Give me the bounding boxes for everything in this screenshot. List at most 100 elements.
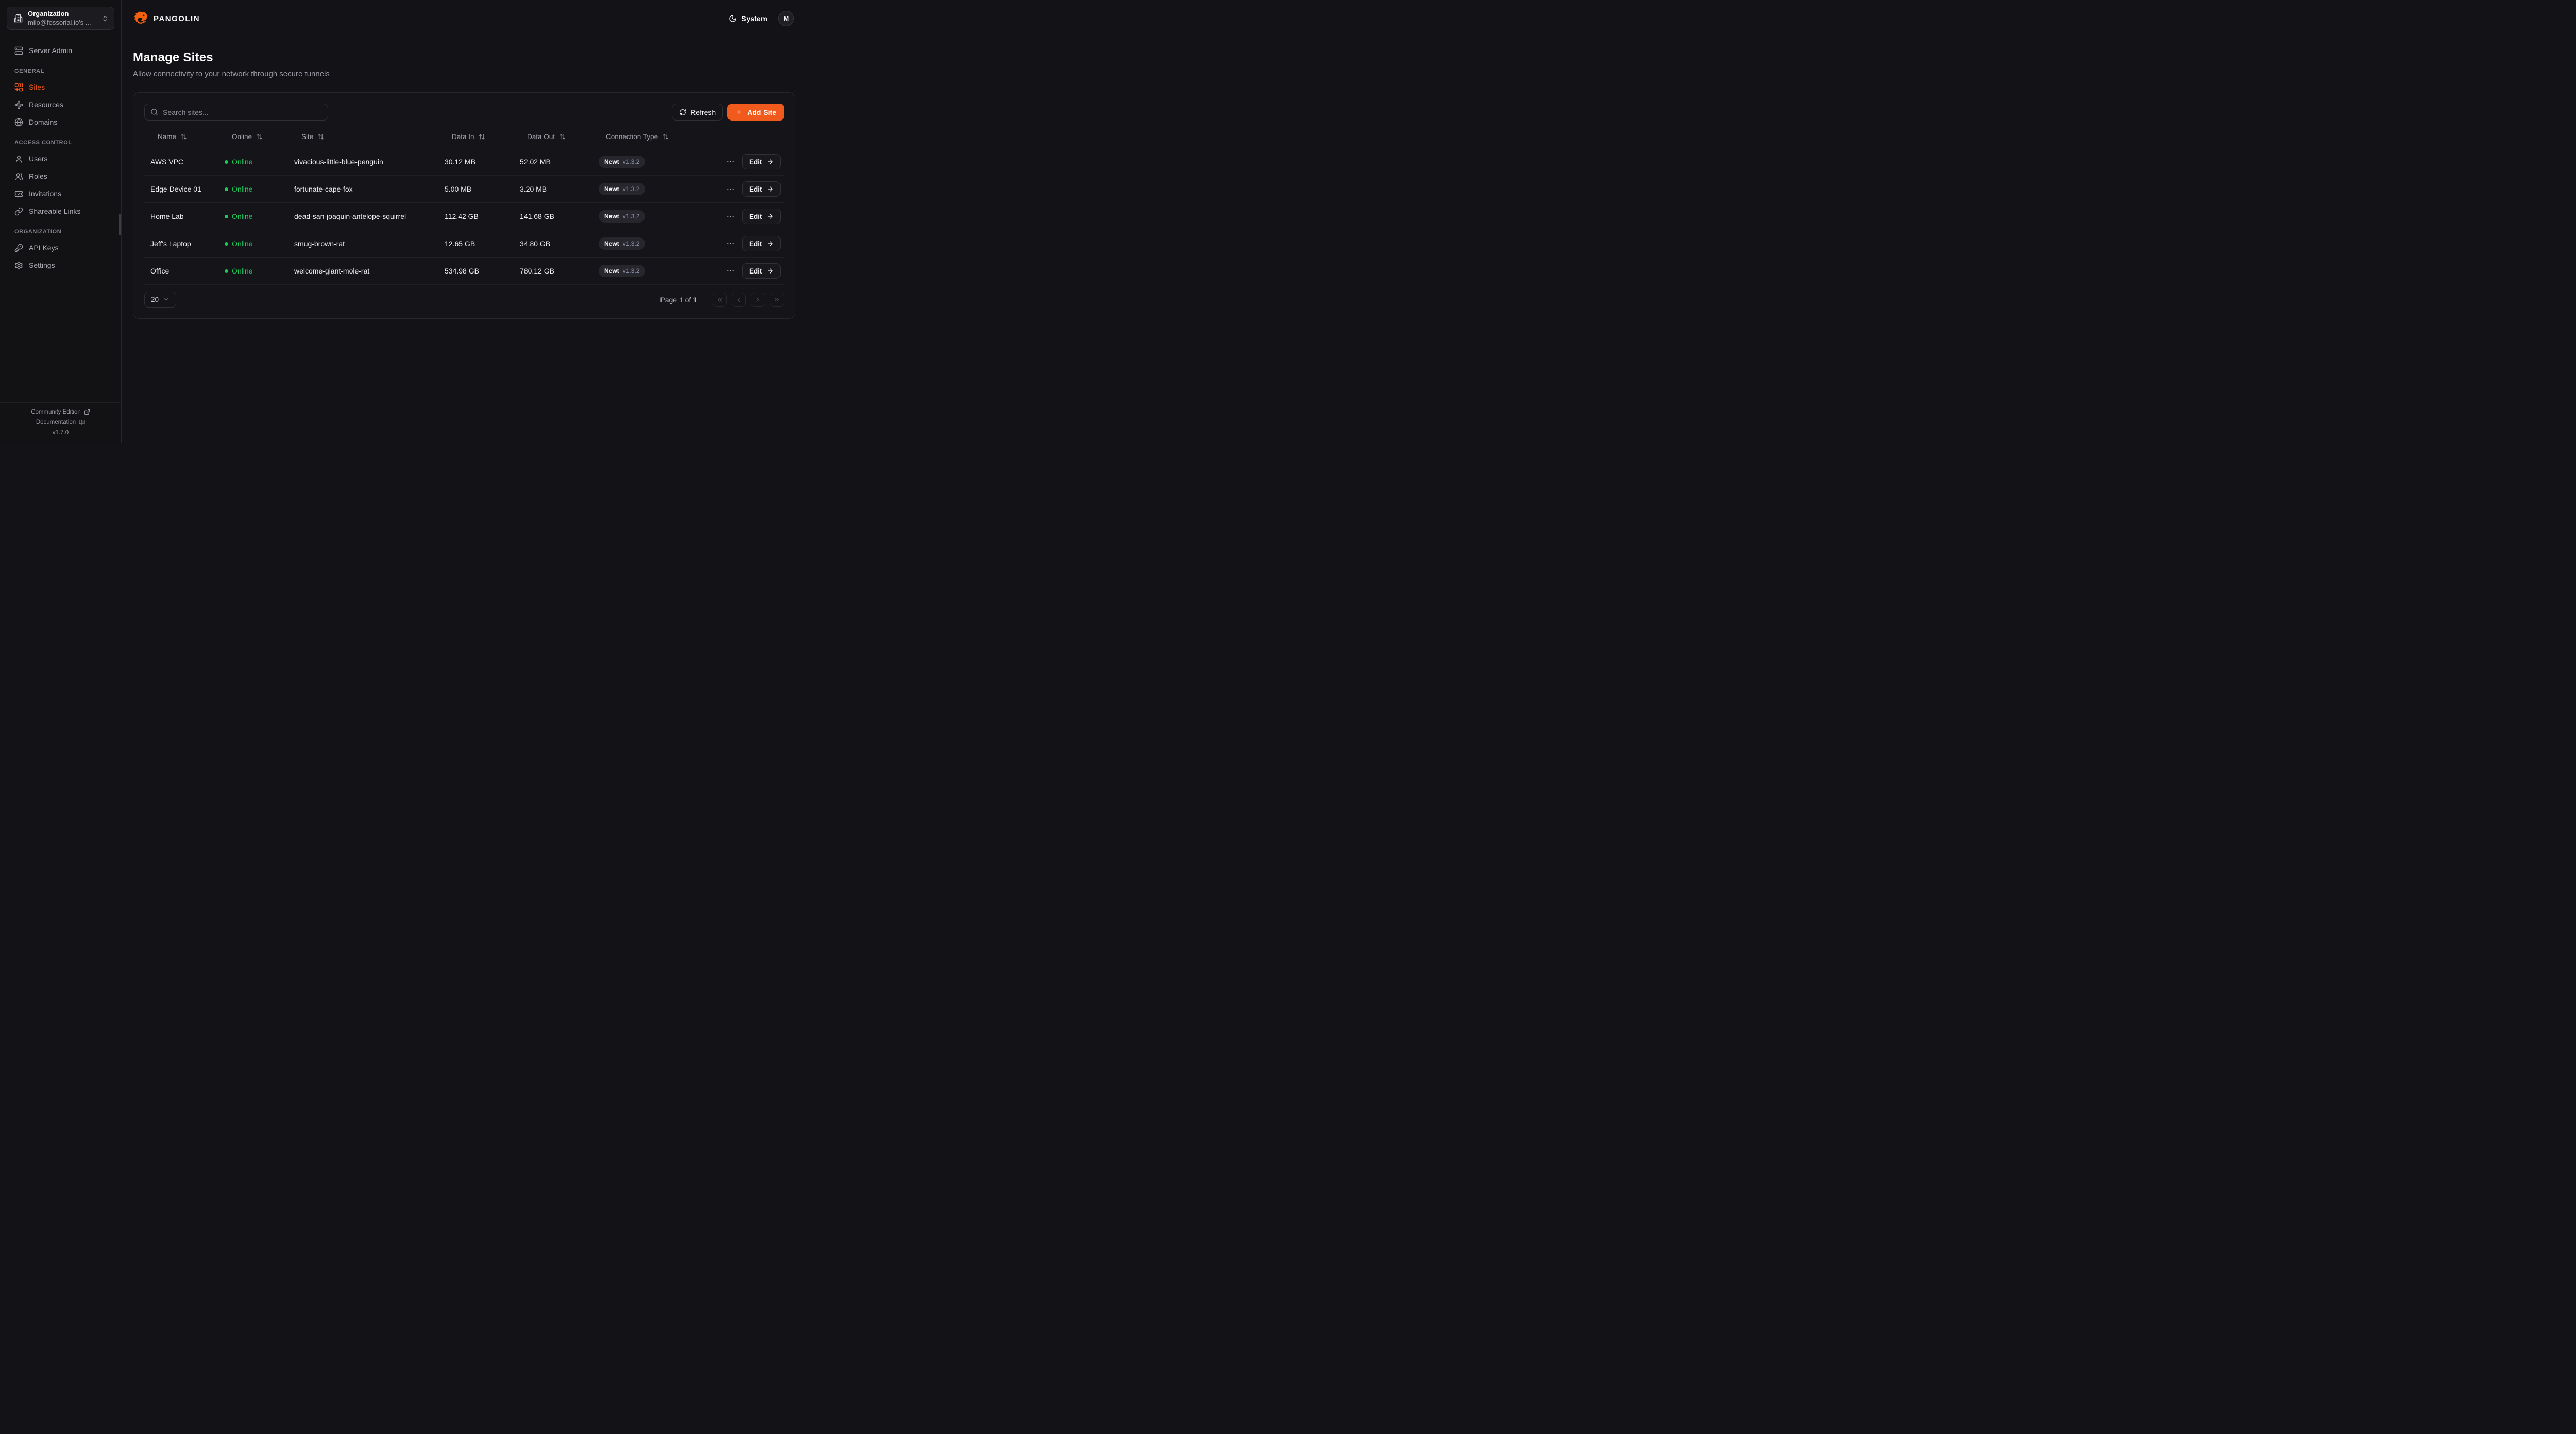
column-header-online[interactable]: Online xyxy=(218,133,288,141)
online-status-dot xyxy=(225,187,228,191)
link-icon xyxy=(14,207,23,216)
prev-page-button[interactable] xyxy=(732,293,746,307)
section-label-access-control: ACCESS CONTROL xyxy=(6,140,115,146)
column-header-name[interactable]: Name xyxy=(144,133,218,141)
chevron-right-icon xyxy=(754,296,761,303)
sidebar-item-users[interactable]: Users xyxy=(6,150,115,167)
arrow-right-icon xyxy=(767,213,774,220)
sidebar-item-label: Server Admin xyxy=(29,46,72,55)
sidebar-item-roles[interactable]: Roles xyxy=(6,167,115,185)
arrow-right-icon xyxy=(767,185,774,193)
sidebar-scrollbar[interactable] xyxy=(119,214,121,235)
search-icon xyxy=(150,108,158,116)
last-page-button[interactable] xyxy=(770,293,784,307)
avatar[interactable]: M xyxy=(778,11,794,26)
sidebar-item-label: API Keys xyxy=(29,244,59,252)
refresh-button[interactable]: Refresh xyxy=(672,104,723,121)
column-header-data-out[interactable]: Data Out xyxy=(514,133,592,141)
page-size-select[interactable]: 20 xyxy=(144,292,176,308)
sidebar-item-shareable-links[interactable]: Shareable Links xyxy=(6,202,115,220)
plus-icon xyxy=(735,108,743,116)
ellipsis-icon xyxy=(726,212,735,220)
org-switcher-value: milo@fossorial.io's ... xyxy=(28,19,96,27)
documentation-link[interactable]: Documentation xyxy=(36,419,85,425)
site-slug-cell: smug-brown-rat xyxy=(288,240,438,248)
add-site-button[interactable]: Add Site xyxy=(727,104,784,121)
sort-icon xyxy=(559,133,566,140)
row-menu-button[interactable] xyxy=(725,184,736,194)
column-header-site[interactable]: Site xyxy=(288,133,438,141)
row-menu-button[interactable] xyxy=(725,266,736,276)
sidebar-item-domains[interactable]: Domains xyxy=(6,113,115,131)
edit-button[interactable]: Edit xyxy=(742,181,781,197)
data-in-cell: 534.98 GB xyxy=(438,267,514,275)
sidebar-item-server-admin[interactable]: Server Admin xyxy=(6,42,115,59)
user-icon xyxy=(14,155,23,163)
sidebar-item-sites[interactable]: Sites xyxy=(6,78,115,96)
chevron-down-icon xyxy=(163,296,170,303)
edit-button[interactable]: Edit xyxy=(742,236,781,251)
ticket-check-icon xyxy=(14,190,23,198)
org-switcher-label: Organization xyxy=(28,10,96,18)
search-input[interactable] xyxy=(163,108,322,116)
first-page-button[interactable] xyxy=(713,293,727,307)
chevrons-right-icon xyxy=(773,296,781,303)
edit-button[interactable]: Edit xyxy=(742,263,781,279)
online-status-cell: Online xyxy=(218,267,288,275)
site-name-cell: Office xyxy=(144,267,218,275)
ellipsis-icon xyxy=(726,240,735,248)
row-menu-button[interactable] xyxy=(725,157,736,167)
pangolin-logo-icon xyxy=(133,11,149,27)
sidebar-item-label: Resources xyxy=(29,100,63,109)
online-status-dot xyxy=(225,215,228,218)
column-header-connection-type[interactable]: Connection Type xyxy=(592,133,719,141)
row-menu-button[interactable] xyxy=(725,238,736,249)
edit-button[interactable]: Edit xyxy=(742,154,781,169)
online-status-cell: Online xyxy=(218,185,288,193)
chevron-left-icon xyxy=(735,296,742,303)
sidebar-item-label: Settings xyxy=(29,261,55,269)
next-page-button[interactable] xyxy=(751,293,765,307)
connection-badge: Newt v1.3.2 xyxy=(599,210,645,223)
data-out-cell: 141.68 GB xyxy=(514,212,592,220)
theme-toggle[interactable]: System xyxy=(728,14,767,23)
data-out-cell: 52.02 MB xyxy=(514,158,592,166)
app-version: v1.7.0 xyxy=(53,430,69,436)
sidebar-item-label: Users xyxy=(29,155,48,163)
site-slug-cell: welcome-giant-mole-rat xyxy=(288,267,438,275)
connection-badge: Newt v1.3.2 xyxy=(599,156,645,168)
community-edition-link[interactable]: Community Edition xyxy=(31,409,90,415)
arrow-right-icon xyxy=(767,158,774,165)
org-switcher[interactable]: Organization milo@fossorial.io's ... xyxy=(7,7,114,30)
table-row: AWS VPC Online vivacious-little-blue-pen… xyxy=(144,148,784,176)
server-icon xyxy=(14,46,23,55)
data-in-cell: 12.65 GB xyxy=(438,240,514,248)
connection-badge: Newt v1.3.2 xyxy=(599,237,645,250)
page-subtitle: Allow connectivity to your network throu… xyxy=(133,70,795,78)
table-row: Jeff's Laptop Online smug-brown-rat 12.6… xyxy=(144,230,784,258)
sort-icon xyxy=(317,133,324,140)
data-out-cell: 3.20 MB xyxy=(514,185,592,193)
row-menu-button[interactable] xyxy=(725,211,736,221)
table-row: Edge Device 01 Online fortunate-cape-fox… xyxy=(144,176,784,203)
sidebar: Organization milo@fossorial.io's ... Ser… xyxy=(0,0,122,443)
site-name-cell: Edge Device 01 xyxy=(144,185,218,193)
site-name-cell: AWS VPC xyxy=(144,158,218,166)
brand-logo[interactable]: PANGOLIN xyxy=(133,11,200,27)
sidebar-item-invitations[interactable]: Invitations xyxy=(6,185,115,202)
site-slug-cell: vivacious-little-blue-penguin xyxy=(288,158,438,166)
column-header-data-in[interactable]: Data In xyxy=(438,133,514,141)
sidebar-item-settings[interactable]: Settings xyxy=(6,257,115,274)
site-slug-cell: dead-san-joaquin-antelope-squirrel xyxy=(288,212,438,220)
site-name-cell: Jeff's Laptop xyxy=(144,240,218,248)
edit-button[interactable]: Edit xyxy=(742,209,781,224)
main-area: PANGOLIN System M Manage Sites Allow con… xyxy=(122,0,808,443)
table-header: Name Online Site Data In xyxy=(144,126,784,148)
page-title: Manage Sites xyxy=(133,50,795,65)
data-out-cell: 34.80 GB xyxy=(514,240,592,248)
sidebar-item-label: Domains xyxy=(29,118,57,126)
sidebar-item-resources[interactable]: Resources xyxy=(6,96,115,113)
sidebar-item-api-keys[interactable]: API Keys xyxy=(6,239,115,257)
external-link-icon xyxy=(84,409,90,415)
connection-type-cell: Newt v1.3.2 xyxy=(592,156,719,168)
